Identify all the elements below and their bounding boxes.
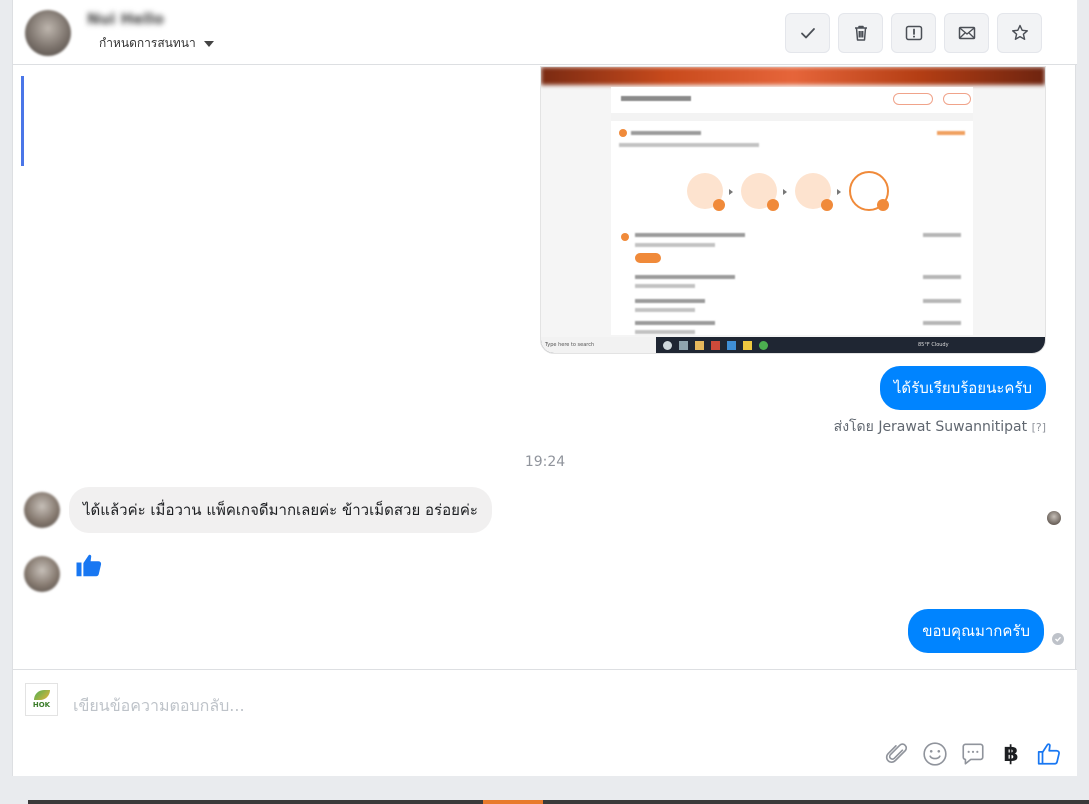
reply-composer: HOK ฿ (13, 669, 1077, 776)
taskbar-highlight (483, 800, 543, 804)
page-logo: HOK (25, 683, 58, 716)
attachment-page (611, 87, 973, 335)
envelope-icon (958, 26, 975, 40)
blurred-button (635, 253, 661, 263)
seen-avatar (1047, 511, 1061, 525)
reply-input[interactable] (73, 690, 973, 720)
blurred-text (635, 308, 695, 312)
attach-button[interactable] (883, 740, 911, 768)
blurred-text (635, 275, 735, 279)
cortana-icon (663, 340, 672, 350)
dropdown-label: กำหนดการสนทนา (99, 36, 196, 50)
blurred-text (619, 143, 759, 147)
header-actions (785, 13, 1042, 53)
paperclip-icon (885, 743, 908, 763)
thumbs-up-icon[interactable] (74, 550, 104, 580)
blurred-text (923, 233, 961, 237)
taskbar-search: Type here to search (541, 337, 656, 353)
contact-name[interactable]: Nui Hello (87, 10, 164, 28)
leaf-logo-icon (33, 690, 50, 700)
blurred-text (635, 233, 745, 237)
logo-text: HOK (32, 701, 51, 709)
send-like-button[interactable] (1035, 740, 1063, 768)
inbox-conversation-panel: Nui Hello กำหนดการสนทนา Type here to sea… (12, 0, 1077, 776)
blurred-text (635, 243, 715, 247)
mark-unread-button[interactable] (944, 13, 989, 53)
check-badge (767, 199, 779, 211)
conversation-settings-dropdown[interactable]: กำหนดการสนทนา (99, 34, 214, 53)
star-button[interactable] (997, 13, 1042, 53)
arrow-icon (783, 189, 787, 195)
blurred-text (631, 131, 701, 135)
blurred-pill (943, 93, 971, 105)
arrow-icon (837, 189, 841, 195)
weather-readout: 85°F Cloudy (918, 342, 949, 348)
report-spam-button[interactable] (891, 13, 936, 53)
delivered-check-icon (1052, 633, 1064, 645)
check-glyph (1055, 636, 1061, 642)
step-circle-current (849, 171, 889, 211)
payment-button[interactable]: ฿ (997, 740, 1025, 768)
store-icon (695, 340, 704, 350)
checkmark-icon (800, 28, 815, 39)
star-icon (1011, 24, 1028, 40)
step-circle (687, 173, 725, 211)
message-thread[interactable]: Type here to search 85°F Cloudy ได้รับเร… (13, 66, 1077, 669)
message-timestamp: 19:24 (524, 454, 566, 470)
baht-icon: ฿ (1003, 741, 1019, 767)
step-circle (795, 173, 833, 211)
emoji-button[interactable] (921, 740, 949, 768)
check-badge (877, 199, 889, 211)
contact-avatar-small[interactable] (24, 492, 60, 528)
attachment-banner (541, 67, 1045, 85)
check-badge (821, 199, 833, 211)
arrow-icon (729, 189, 733, 195)
taskview-icon (679, 340, 688, 350)
conversation-header: Nui Hello กำหนดการสนทนา (13, 0, 1077, 65)
blurred-text (923, 299, 961, 303)
blurred-text (937, 131, 965, 135)
window-bottom-strip (28, 800, 1089, 804)
timeline-dot (621, 233, 629, 241)
image-attachment[interactable]: Type here to search 85°F Cloudy (540, 66, 1046, 354)
sent-by-prefix: ส่งโดย (833, 419, 874, 435)
folder-icon (743, 340, 752, 350)
composer-tools: ฿ (883, 740, 1063, 768)
trash-icon (854, 25, 867, 41)
orange-dot (619, 129, 627, 137)
step-circle (741, 173, 779, 211)
check-badge (713, 199, 725, 211)
incoming-message[interactable]: ได้แล้วค่ะ เมื่อวาน แพ็คเกจดีมากเลยค่ะ ข… (69, 487, 492, 533)
emoji-icon (923, 742, 947, 766)
delete-button[interactable] (838, 13, 883, 53)
sent-by-name[interactable]: Jerawat Suwannitipat (878, 419, 1027, 435)
outgoing-message[interactable]: ขอบคุณมากครับ (908, 609, 1044, 653)
sent-by-label: ส่งโดย Jerawat Suwannitipat [?] (834, 416, 1046, 438)
thumbs-up-icon (1037, 743, 1060, 765)
saved-reply-icon (962, 743, 984, 765)
mark-done-button[interactable] (785, 13, 830, 53)
browser-icon (759, 340, 768, 350)
app-icon (711, 340, 720, 350)
blurred-text (635, 284, 695, 288)
contact-avatar[interactable] (25, 10, 71, 56)
contact-avatar-small[interactable] (24, 556, 60, 592)
alert-icon (905, 25, 922, 41)
blurred-text (635, 330, 695, 334)
sent-by-help[interactable]: [?] (1032, 421, 1046, 434)
blurred-text (923, 321, 961, 325)
windows-taskbar: Type here to search 85°F Cloudy (541, 337, 1045, 353)
saved-reply-button[interactable] (959, 740, 987, 768)
blurred-text (635, 321, 715, 325)
blurred-text (621, 96, 691, 101)
mail-icon (727, 340, 736, 350)
blurred-pill (893, 93, 933, 105)
caret-down-icon (203, 40, 214, 47)
blurred-text (923, 275, 961, 279)
attachment-card (611, 113, 973, 335)
blurred-text (635, 299, 705, 303)
outgoing-message[interactable]: ได้รับเรียบร้อยนะครับ (879, 366, 1046, 410)
